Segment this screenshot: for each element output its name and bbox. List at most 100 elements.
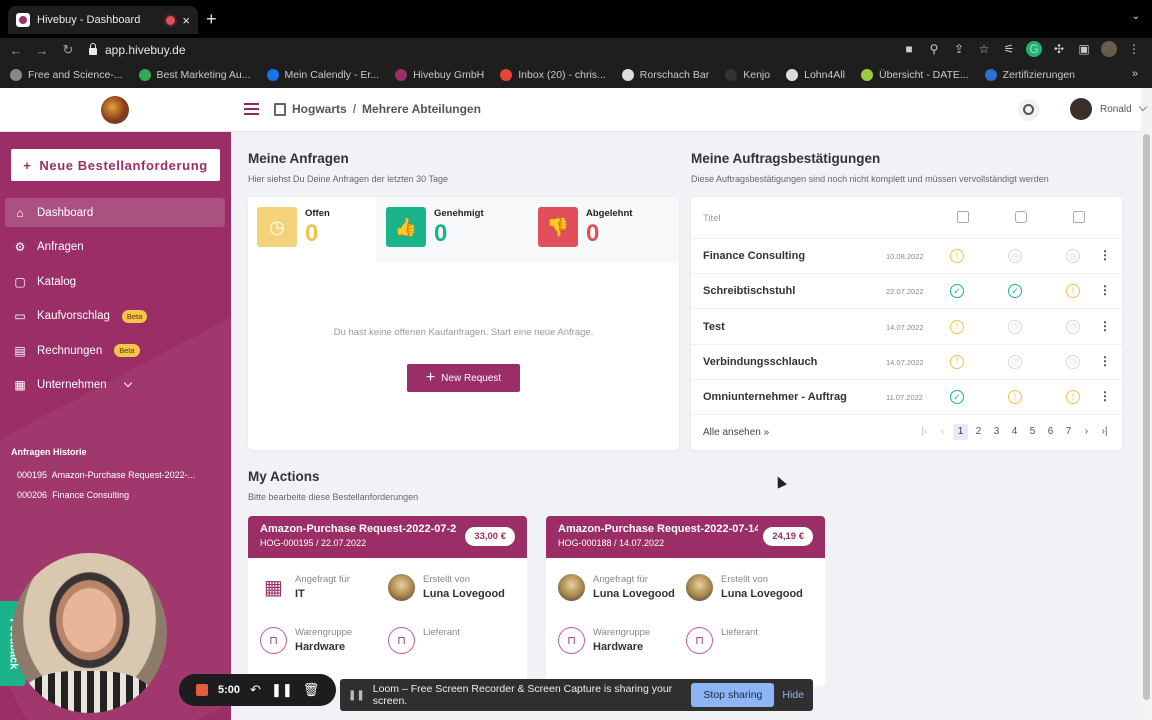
new-request-button[interactable]: + New Request — [407, 364, 520, 392]
webcam-bubble[interactable] — [12, 553, 167, 713]
sidebar-item-unternehmen[interactable]: ▦ Unternehmen — [5, 371, 225, 400]
profile-avatar-icon[interactable] — [1101, 41, 1117, 57]
bookmark-item[interactable]: Inbox (20) - chris... — [500, 69, 606, 81]
back-icon[interactable]: ← — [3, 43, 29, 58]
first-page-icon[interactable]: |‹ — [917, 424, 932, 440]
field-label: Angefragt für — [593, 574, 648, 585]
camera-icon[interactable]: ■ — [901, 41, 917, 57]
last-page-icon[interactable]: ›| — [1097, 424, 1112, 440]
bookmark-item[interactable]: Übersicht - DATE... — [860, 69, 969, 81]
bookmark-favicon-icon — [10, 69, 22, 81]
new-tab-button[interactable]: + — [206, 9, 217, 30]
status-inactive-icon: ◷ — [1066, 249, 1080, 263]
search-icon[interactable] — [1018, 99, 1040, 121]
breadcrumb-company[interactable]: Hogwarts — [292, 102, 347, 116]
bookmarks-more-icon[interactable]: » — [1132, 68, 1138, 80]
sidebar-item-dashboard[interactable]: ⌂ Dashboard — [5, 198, 225, 227]
stop-recording-icon[interactable] — [196, 684, 208, 696]
table-row[interactable]: Test 14.07.2022! ◷ ◷ ⋮ — [691, 310, 1122, 345]
table-row[interactable]: Schreibtischstuhl 22.07.2022 ✓ ✓! ⋮ — [691, 274, 1122, 310]
row-menu-icon[interactable]: ⋮ — [1099, 354, 1111, 368]
sidebar-item-label: Kaufvorschlag — [37, 310, 110, 322]
page-3[interactable]: 3 — [989, 424, 1004, 440]
browser-toolbar-icons: ■ ⚲ ⇪ ☆ ⚟ G ✣ ▣ ⋮ — [901, 41, 1142, 57]
bookmark-item[interactable]: Lohn4All — [786, 69, 845, 81]
sidepanel-icon[interactable]: ▣ — [1076, 41, 1092, 57]
order-title: Finance Consulting — [703, 250, 806, 262]
scrollbar-thumb[interactable] — [1143, 134, 1150, 700]
avatar — [388, 574, 415, 601]
stop-sharing-button[interactable]: Stop sharing — [691, 683, 775, 707]
shopping-bag-icon: ⊓ — [388, 627, 415, 654]
history-item[interactable]: 000195 Amazon-Purchase Request-2022-... — [17, 470, 195, 480]
breadcrumb-department[interactable]: Mehrere Abteilungen — [362, 102, 481, 116]
share-icon[interactable]: ⇪ — [951, 41, 967, 57]
forward-icon[interactable]: → — [29, 43, 55, 58]
breadcrumb-separator: / — [352, 102, 357, 116]
trash-icon[interactable]: 🗑 — [303, 682, 320, 698]
hamburger-menu-icon[interactable] — [244, 103, 259, 115]
sliders-icon: ⚙ — [14, 240, 26, 254]
browser-tab[interactable]: Hivebuy - Dashboard × — [8, 6, 198, 34]
bookmark-star-icon[interactable]: ☆ — [976, 41, 992, 57]
bookmark-item[interactable]: Rorschach Bar — [621, 69, 710, 81]
history-item[interactable]: 000206 Finance Consulting — [17, 490, 129, 500]
row-menu-icon[interactable]: ⋮ — [1099, 389, 1111, 403]
stat-offen[interactable]: ◷ Offen 0 — [257, 207, 330, 248]
new-purchase-request-button[interactable]: + Neue Bestellanforderung — [11, 149, 220, 181]
company-logo[interactable] — [101, 96, 129, 124]
hide-button[interactable]: Hide — [782, 689, 804, 701]
bookmark-item[interactable]: Best Marketing Au... — [138, 69, 251, 81]
tab-search-chevron-icon[interactable]: ⌄ — [1132, 11, 1140, 22]
action-card[interactable]: Amazon-Purchase Request-2022-07-14 HOG-00… — [546, 516, 825, 686]
avatar — [558, 574, 585, 601]
page-6[interactable]: 6 — [1043, 424, 1058, 440]
row-menu-icon[interactable]: ⋮ — [1099, 319, 1111, 333]
table-row[interactable]: Omniunternehmer - Auftrag 11.07.2022 ✓!! ⋮ — [691, 380, 1122, 416]
field-text: Angefragt für Luna Lovegood — [593, 574, 675, 601]
bookmarks-bar: Free and Science-... Best Marketing Au...… — [0, 62, 1152, 88]
url-field[interactable]: app.hivebuy.de — [89, 43, 186, 57]
building-icon: ▦ — [14, 378, 26, 392]
prev-page-icon[interactable]: ‹ — [935, 424, 950, 440]
row-menu-icon[interactable]: ⋮ — [1099, 248, 1111, 262]
table-row[interactable]: Verbindungsschlauch 14.07.2022! ◷ ◷ ⋮ — [691, 345, 1122, 380]
sidebar-item-rechnungen[interactable]: ▤ Rechnungen Beta — [5, 336, 225, 365]
page-1[interactable]: 1 — [953, 424, 968, 440]
tab-close-icon[interactable]: × — [182, 13, 190, 28]
bookmark-item[interactable]: Hivebuy GmbH — [395, 69, 484, 81]
bookmark-item[interactable]: Free and Science-... — [10, 69, 123, 81]
zoom-icon[interactable]: ⚲ — [926, 41, 942, 57]
stat-abgelehnt[interactable]: 👎 Abgelehnt 0 — [538, 207, 632, 248]
page-4[interactable]: 4 — [1007, 424, 1022, 440]
page-7[interactable]: 7 — [1061, 424, 1076, 440]
table-row[interactable]: Finance Consulting 10.08.2022! ◷ ◷ ⋮ — [691, 239, 1122, 274]
bookmark-label: Rorschach Bar — [639, 69, 710, 81]
stat-genehmigt[interactable]: 👍 Genehmigt 0 — [386, 207, 484, 248]
page-2[interactable]: 2 — [971, 424, 986, 440]
pause-icon[interactable]: ❚❚ — [271, 682, 293, 698]
drag-handle-icon[interactable]: ❚❚ — [348, 690, 365, 701]
extension-icon[interactable]: ⚟ — [1001, 41, 1017, 57]
bookmark-item[interactable]: Kenjo — [725, 69, 770, 81]
bookmark-item[interactable]: Mein Calendly - Er... — [266, 69, 379, 81]
undo-icon[interactable]: ↶ — [250, 682, 261, 698]
puzzle-icon[interactable]: ✣ — [1051, 41, 1067, 57]
hivebuy-favicon-icon — [16, 13, 30, 27]
user-menu[interactable]: Ronald — [1070, 98, 1147, 120]
grammarly-icon[interactable]: G — [1026, 41, 1042, 57]
sidebar-item-katalog[interactable]: ▢ Katalog — [5, 267, 225, 296]
sidebar-item-kaufvorschlag[interactable]: ▭ Kaufvorschlag Beta — [5, 302, 225, 331]
chevron-down-icon[interactable] — [123, 378, 132, 388]
page-5[interactable]: 5 — [1025, 424, 1040, 440]
action-card[interactable]: Amazon-Purchase Request-2022-07-2 HOG-000… — [248, 516, 527, 686]
row-menu-icon[interactable]: ⋮ — [1099, 283, 1111, 297]
sharing-message: Loom – Free Screen Recorder & Screen Cap… — [372, 683, 673, 707]
view-all-link[interactable]: Alle ansehen » — [703, 427, 769, 438]
reload-icon[interactable]: ↻ — [55, 42, 81, 58]
sidebar-item-anfragen[interactable]: ⚙ Anfragen — [5, 233, 225, 262]
kebab-menu-icon[interactable]: ⋮ — [1126, 41, 1142, 57]
bookmark-item[interactable]: Zertifizierungen — [984, 69, 1075, 81]
order-title: Test — [703, 320, 725, 333]
next-page-icon[interactable]: › — [1079, 424, 1094, 440]
